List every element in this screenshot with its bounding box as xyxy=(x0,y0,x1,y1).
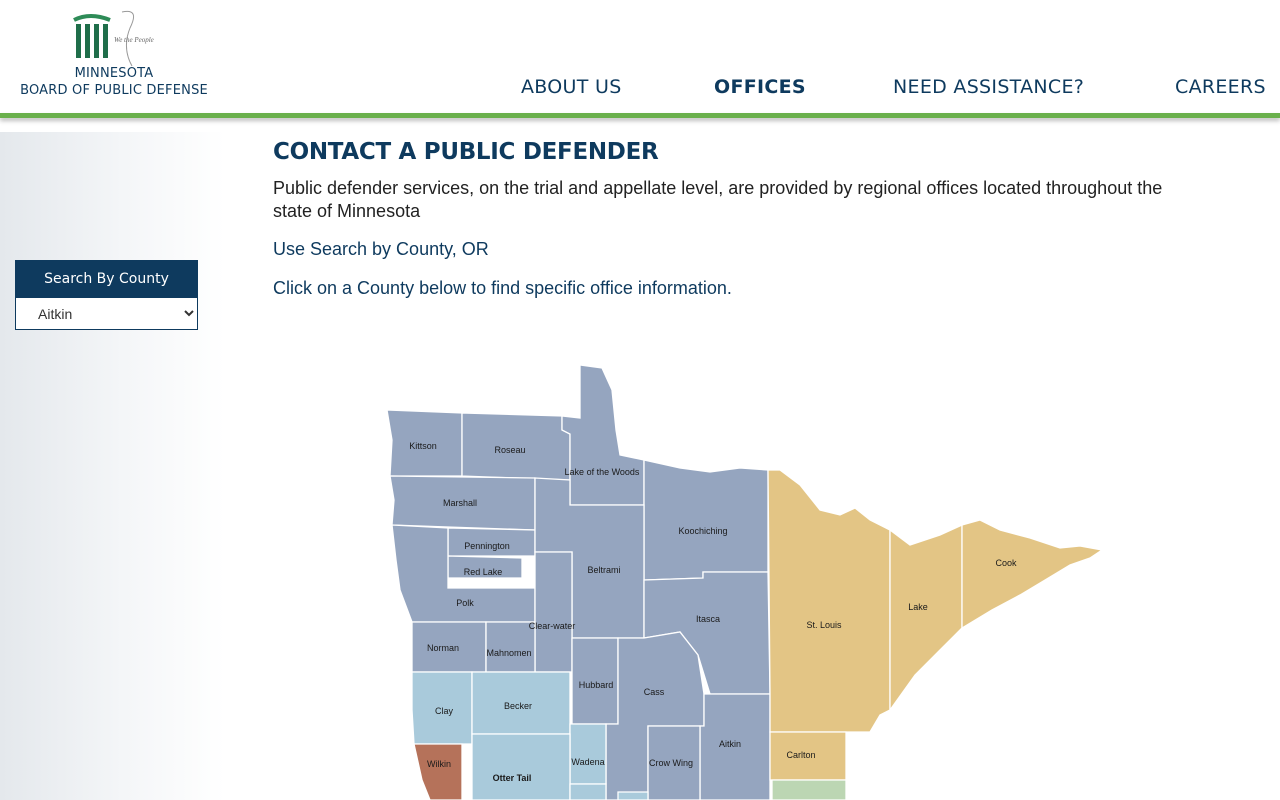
county-lake[interactable] xyxy=(889,523,963,713)
county-select[interactable]: Aitkin xyxy=(16,298,197,329)
page-title: CONTACT A PUBLIC DEFENDER xyxy=(273,139,659,165)
logo-script-text: We the People xyxy=(114,36,154,44)
header-divider xyxy=(0,113,1280,118)
logo-state-text: MINNESOTA xyxy=(74,66,154,81)
county-pine-partial[interactable] xyxy=(771,779,847,800)
county-st-louis[interactable] xyxy=(767,469,891,733)
nav-about-us[interactable]: ABOUT US xyxy=(521,76,622,98)
county-kittson[interactable] xyxy=(386,409,463,477)
county-crow-wing[interactable] xyxy=(647,725,701,800)
site-header: We the People MINNESOTA BOARD OF PUBLIC … xyxy=(0,0,1280,114)
county-map-svg: Kittson Roseau Lake of the Woods Marshal… xyxy=(386,364,1104,800)
county-mahnomen[interactable] xyxy=(485,621,536,673)
county-morrison-partial[interactable] xyxy=(617,791,649,800)
county-marshall[interactable] xyxy=(389,475,536,531)
county-todd-partial[interactable] xyxy=(569,783,607,800)
logo-org-text: BOARD OF PUBLIC DEFENSE xyxy=(20,83,208,98)
county-search-box: Search By County Aitkin xyxy=(15,260,198,330)
county-aitkin[interactable] xyxy=(699,693,771,800)
county-koochiching[interactable] xyxy=(643,459,769,581)
sidebar xyxy=(0,132,225,800)
county-red-lake[interactable] xyxy=(447,555,523,579)
county-cook[interactable] xyxy=(961,519,1104,630)
nav-need-assistance[interactable]: NEED ASSISTANCE? xyxy=(893,76,1084,98)
county-search-title: Search By County xyxy=(16,261,197,298)
county-hubbard[interactable] xyxy=(571,637,619,725)
columns-logo-icon: We the People xyxy=(73,10,154,67)
county-norman[interactable] xyxy=(411,621,487,673)
county-lake-of-the-woods[interactable] xyxy=(561,364,645,506)
county-wilkin[interactable] xyxy=(413,743,463,800)
county-otter-tail[interactable] xyxy=(471,733,571,800)
county-clearwater[interactable] xyxy=(534,551,573,673)
county-pennington[interactable] xyxy=(447,527,536,557)
county-wadena[interactable] xyxy=(569,723,607,785)
county-roseau[interactable] xyxy=(461,412,571,481)
intro-text: Public defender services, on the trial a… xyxy=(273,178,1163,221)
county-becker[interactable] xyxy=(471,671,571,735)
nav-careers[interactable]: CAREERS xyxy=(1175,76,1266,98)
site-logo[interactable]: We the People MINNESOTA BOARD OF PUBLIC … xyxy=(14,8,224,104)
county-map: Kittson Roseau Lake of the Woods Marshal… xyxy=(380,360,1110,800)
county-clay[interactable] xyxy=(411,671,473,745)
county-carlton[interactable] xyxy=(769,731,847,781)
nav-offices[interactable]: OFFICES xyxy=(714,76,806,98)
map-instruction: Click on a County below to find specific… xyxy=(273,278,732,298)
search-instruction: Use Search by County, OR xyxy=(273,239,489,259)
